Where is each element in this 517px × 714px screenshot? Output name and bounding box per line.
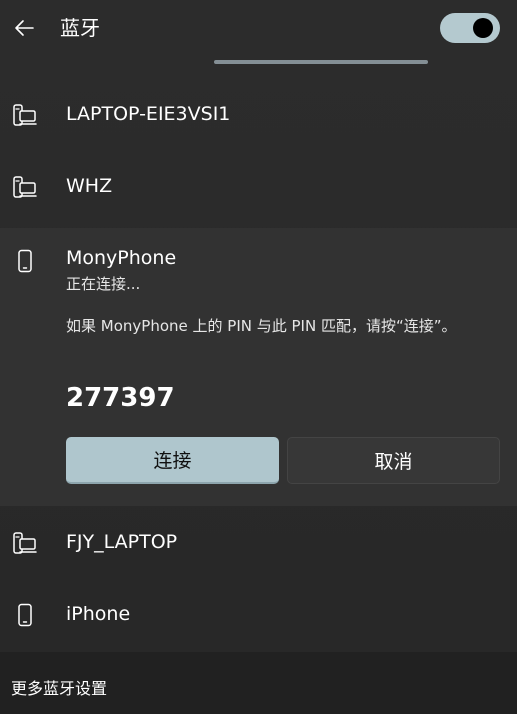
device-name: FJY_LAPTOP <box>66 531 178 553</box>
laptop-icon <box>12 174 38 200</box>
device-item[interactable]: WHZ <box>0 150 517 222</box>
device-item[interactable]: LAPTOP-EIE3VSI1 <box>0 78 517 150</box>
phone-icon <box>12 602 38 628</box>
bluetooth-toggle[interactable] <box>440 13 500 43</box>
arrow-left-icon <box>15 20 34 36</box>
pairing-message: 如果 MonyPhone 上的 PIN 与此 PIN 匹配，请按“连接”。 <box>66 317 457 335</box>
connection-status: 正在连接... <box>66 275 141 293</box>
device-item[interactable]: iPhone <box>0 578 517 650</box>
laptop-icon <box>12 530 38 556</box>
connect-button[interactable]: 连接 <box>66 437 279 484</box>
pairing-pin: 277397 <box>66 383 175 413</box>
scrollbar-thumb[interactable] <box>214 60 428 64</box>
device-name: LAPTOP-EIE3VSI1 <box>66 103 231 125</box>
toggle-knob <box>473 18 493 38</box>
device-item[interactable]: FJY_LAPTOP <box>0 506 517 578</box>
header: 蓝牙 <box>0 0 517 56</box>
device-name: MonyPhone <box>66 247 177 269</box>
device-name: WHZ <box>66 175 113 197</box>
device-name: iPhone <box>66 603 131 625</box>
laptop-icon <box>12 102 38 128</box>
device-item-expanded: MonyPhone 正在连接... 如果 MonyPhone 上的 PIN 与此… <box>0 228 517 506</box>
more-bluetooth-settings-link[interactable]: 更多蓝牙设置 <box>11 678 107 700</box>
cancel-button[interactable]: 取消 <box>287 437 500 484</box>
page-title: 蓝牙 <box>60 16 100 40</box>
footer: 更多蓝牙设置 <box>0 652 517 714</box>
bluetooth-panel: 蓝牙 LAPTOP-EIE3VSI1 WHZ MonyPhone 正在连接...… <box>0 0 517 714</box>
phone-icon <box>12 248 38 274</box>
back-button[interactable] <box>10 14 38 42</box>
